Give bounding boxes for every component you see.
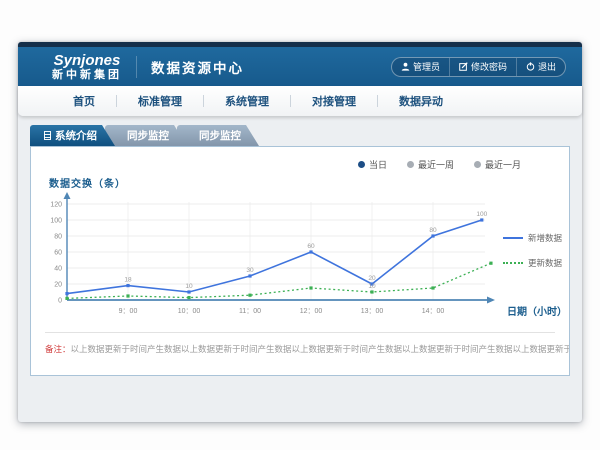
- change-password-button[interactable]: 修改密码: [449, 58, 516, 76]
- legend-item-1: 新增数据: [503, 232, 567, 244]
- app-window: Synjones 新中新集团 数据资源中心 管理员 修改密码 退出 首页标准管理…: [18, 42, 582, 422]
- svg-text:9：00: 9：00: [119, 308, 138, 315]
- svg-text:120: 120: [50, 202, 62, 209]
- svg-text:80: 80: [54, 234, 62, 241]
- user-menu[interactable]: 管理员: [392, 58, 449, 76]
- svg-text:14：00: 14：00: [422, 308, 445, 315]
- svg-text:100: 100: [50, 218, 62, 225]
- tab-bar: 系统介绍 同步监控 同步监控: [30, 125, 570, 146]
- tab-label: 系统介绍: [55, 128, 97, 143]
- svg-text:0: 0: [58, 298, 62, 305]
- tab-label: 同步监控: [199, 128, 241, 143]
- svg-text:20: 20: [54, 282, 62, 289]
- filter-option-2[interactable]: 最近一周: [407, 158, 454, 171]
- nav-item-1[interactable]: 首页: [52, 93, 116, 109]
- logout-button[interactable]: 退出: [516, 58, 565, 76]
- filter-option-3[interactable]: 最近一月: [474, 158, 521, 171]
- logout-label: 退出: [538, 60, 556, 73]
- tab-1[interactable]: 系统介绍: [30, 125, 115, 146]
- chart-region: 0 20 40 60 80 100 120 9：00 10：00 11：00 12：00 13：00 1…: [31, 190, 569, 330]
- filter-label: 当日: [369, 158, 387, 171]
- filter-label: 最近一月: [485, 158, 521, 171]
- svg-text:20: 20: [368, 275, 376, 282]
- svg-text:60: 60: [307, 243, 315, 250]
- logo-company-text: 新中新集团: [52, 70, 122, 81]
- svg-text:80: 80: [429, 227, 437, 234]
- document-icon: [44, 131, 51, 140]
- tab-2[interactable]: 同步监控: [105, 125, 187, 146]
- user-icon: [401, 62, 410, 71]
- legend-line-sample: [503, 262, 523, 264]
- logo-brand-text: Synjones: [52, 53, 122, 68]
- svg-text:100: 100: [476, 211, 487, 218]
- user-label: 管理员: [413, 60, 440, 73]
- radio-icon: [407, 161, 414, 168]
- svg-text:12：00: 12：00: [300, 308, 323, 315]
- edit-icon: [459, 62, 468, 71]
- page-title: 数据资源中心: [151, 57, 244, 77]
- footnote-text: 以上数据更新于时间产生数据以上数据更新于时间产生数据以上数据更新于时间产生数据以…: [71, 344, 569, 354]
- y-axis-title: 数据交换（条）: [49, 175, 569, 190]
- logo: Synjones 新中新集团: [52, 53, 122, 81]
- nav-item-3[interactable]: 系统管理: [204, 93, 290, 109]
- nav-menu: 首页标准管理系统管理对接管理数据异动: [18, 86, 582, 116]
- svg-text:10: 10: [185, 283, 193, 290]
- svg-text:60: 60: [54, 250, 62, 257]
- legend-item-2: 更新数据: [503, 257, 567, 269]
- svg-text:30: 30: [246, 267, 254, 274]
- svg-text:13：00: 13：00: [361, 308, 384, 315]
- change-password-label: 修改密码: [471, 60, 507, 73]
- radio-icon: [474, 161, 481, 168]
- footnote-label: 备注：: [45, 344, 71, 354]
- content-area: 系统介绍 同步监控 同步监控 当日 最近一周 最近一月 数据交换（条） 0 20 40 60 8…: [18, 116, 582, 376]
- user-toolbar: 管理员 修改密码 退出: [391, 57, 566, 77]
- filter-label: 最近一周: [418, 158, 454, 171]
- legend-line-sample: [503, 237, 523, 239]
- legend-label: 更新数据: [528, 257, 562, 269]
- line-chart: 0 20 40 60 80 100 120 9：00 10：00 11：00 12：00 13：00 1…: [33, 190, 503, 330]
- chart-panel: 当日 最近一周 最近一月 数据交换（条） 0 20 40 60 80 100 120 9：00 10…: [30, 146, 570, 376]
- tab-3[interactable]: 同步监控: [177, 125, 259, 146]
- legend-label: 新增数据: [528, 232, 562, 244]
- tab-label: 同步监控: [127, 128, 169, 143]
- nav-item-4[interactable]: 对接管理: [291, 93, 377, 109]
- svg-text:10：00: 10：00: [178, 308, 201, 315]
- nav-item-5[interactable]: 数据异动: [378, 93, 464, 109]
- footnote: 备注：以上数据更新于时间产生数据以上数据更新于时间产生数据以上数据更新于时间产生…: [31, 333, 569, 375]
- svg-text:18: 18: [124, 277, 132, 284]
- filter-option-1[interactable]: 当日: [358, 158, 387, 171]
- nav-item-2[interactable]: 标准管理: [117, 93, 203, 109]
- radio-icon: [358, 161, 365, 168]
- x-axis-title: 日期（小时）: [507, 303, 567, 318]
- power-icon: [526, 62, 535, 71]
- range-filter: 当日 最近一周 最近一月: [31, 147, 569, 171]
- svg-text:11：00: 11：00: [239, 308, 261, 315]
- svg-text:40: 40: [54, 266, 62, 273]
- header: Synjones 新中新集团 数据资源中心 管理员 修改密码 退出: [18, 47, 582, 86]
- svg-text:10: 10: [368, 283, 376, 290]
- header-divider: [136, 56, 137, 78]
